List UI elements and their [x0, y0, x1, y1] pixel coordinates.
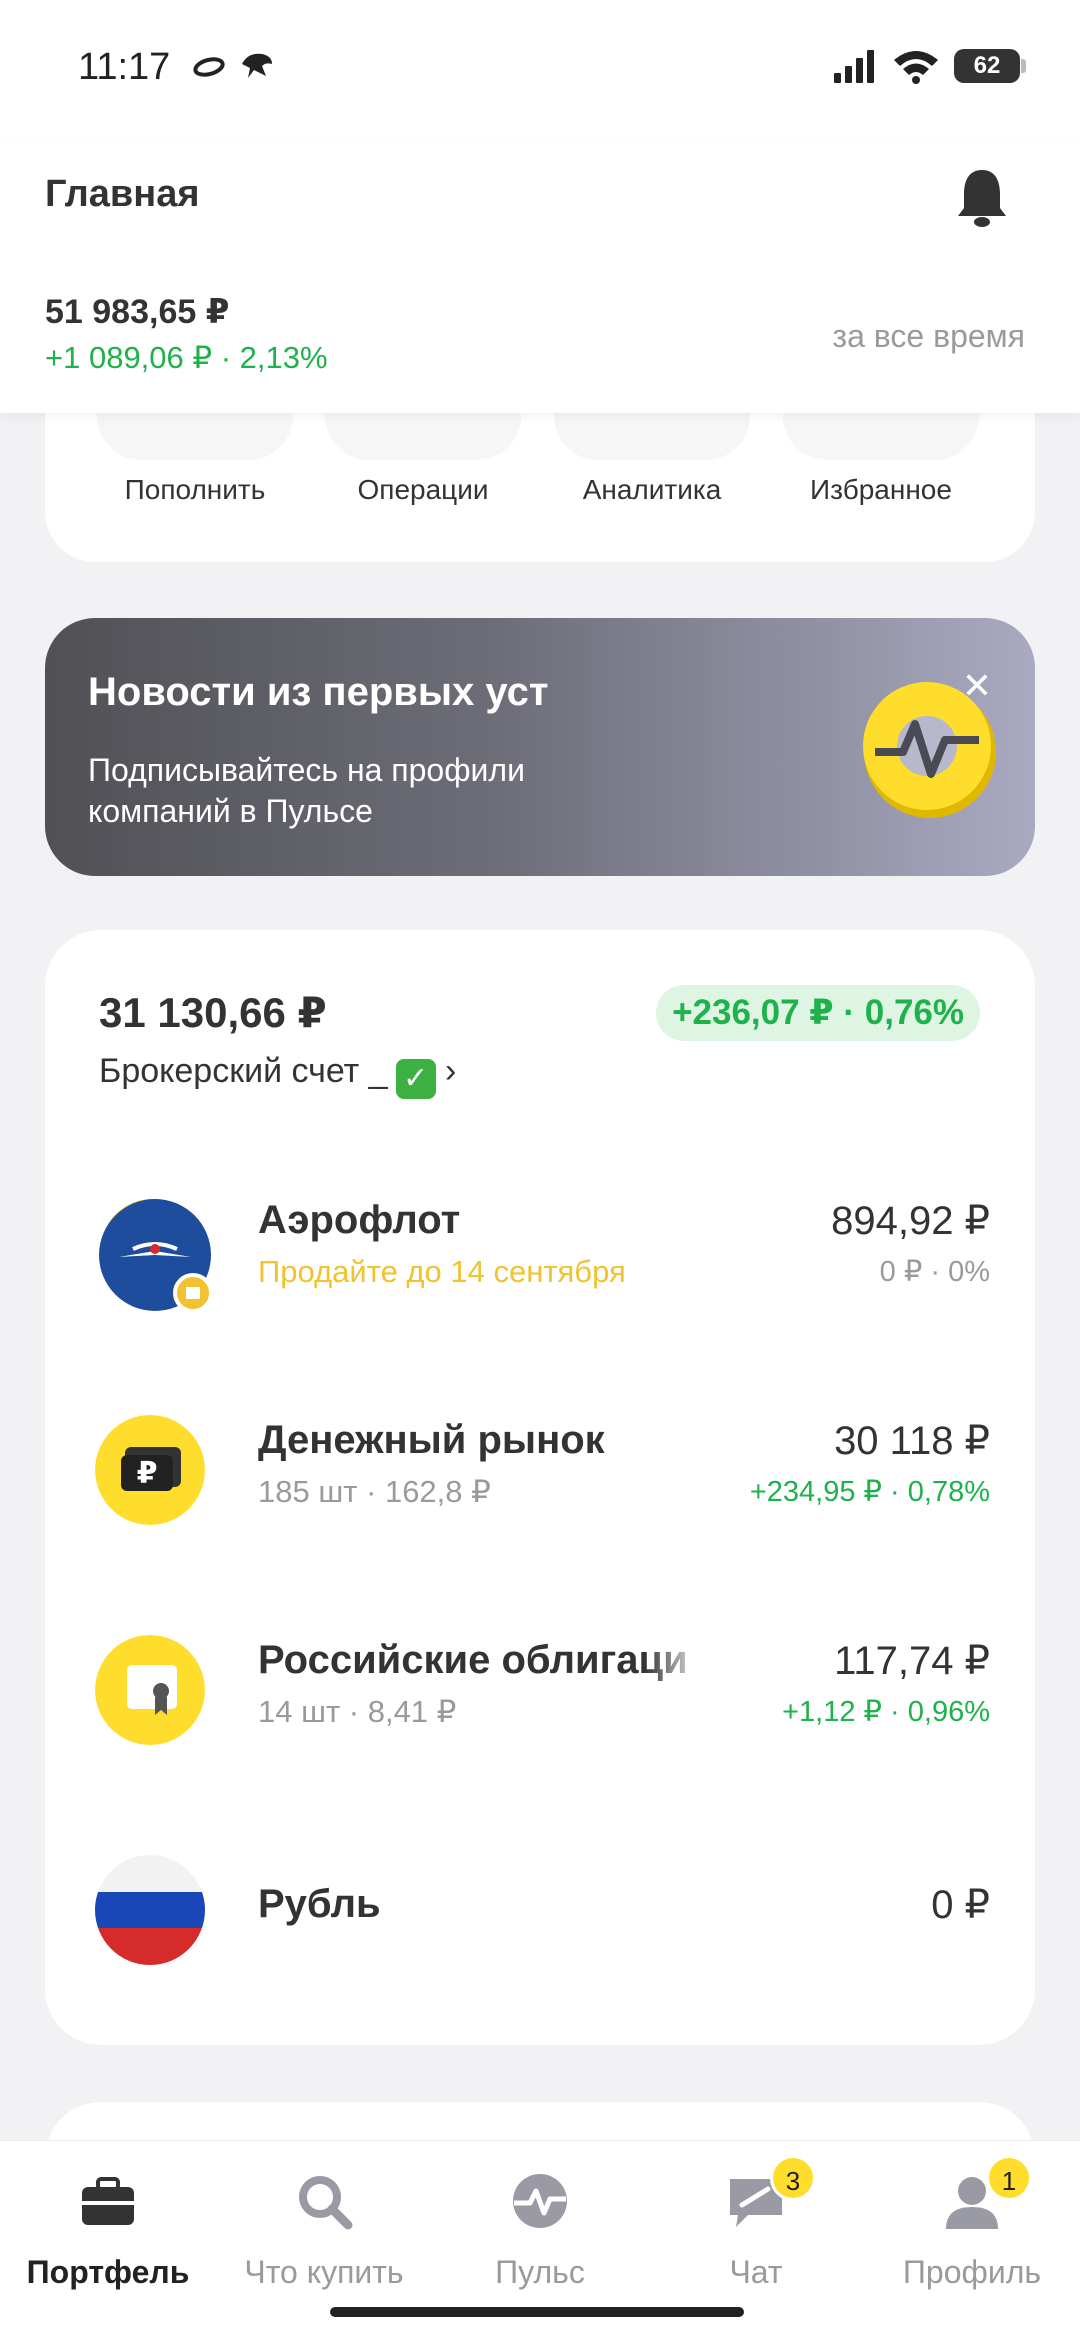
favorites-label: Избранное	[810, 474, 952, 505]
bell-icon[interactable]	[954, 166, 1010, 228]
asset-name: Рубль	[258, 1882, 381, 1926]
asset-row-aeroflot[interactable]: Аэрофлот Продайте до 14 сентября 894,92 …	[45, 1170, 1035, 1313]
signal-icon	[834, 50, 874, 83]
total-portfolio-value: 51 983,65 ₽	[45, 293, 230, 331]
ring-icon	[193, 57, 225, 77]
total-portfolio-change: +1 089,06 ₽ · 2,13%	[45, 340, 328, 375]
asset-value: 894,92 ₽	[831, 1199, 990, 1243]
asset-name: Денежный рынок	[258, 1418, 605, 1462]
asset-change: +1,12 ₽ · 0,96%	[782, 1696, 990, 1728]
asset-name: Российские облигаци	[258, 1638, 688, 1682]
tab-profile[interactable]: Профиль 1	[864, 2155, 1080, 2291]
tab-chat[interactable]: Чат 3	[648, 2155, 864, 2291]
operations-label: Операции	[357, 474, 489, 505]
chevron-right-icon: ›	[445, 1052, 457, 1090]
tab-label: Чат	[729, 2254, 783, 2290]
profile-badge: 1	[986, 2155, 1032, 2201]
account-name: Брокерский счет _	[99, 1052, 388, 1090]
aeroflot-logo-icon	[99, 1198, 213, 1313]
home-indicator[interactable]	[330, 2307, 744, 2317]
broker-account-card: 31 130,66 ₽ +236,07 ₽ · 0,76% Брокерский…	[45, 930, 1035, 2045]
status-time: 11:17	[78, 46, 171, 88]
battery-indicator: 62	[954, 49, 1026, 83]
asset-sub: 185 шт · 162,8 ₽	[258, 1474, 491, 1509]
check-icon: ✓	[395, 1059, 436, 1099]
money-market-icon: ₽	[95, 1415, 205, 1525]
tab-label: Портфель	[26, 2254, 190, 2290]
asset-change: +234,95 ₽ · 0,78%	[749, 1476, 990, 1508]
russia-flag-icon	[95, 1855, 205, 1965]
chat-badge: 3	[770, 2155, 816, 2201]
status-notification-icons	[192, 50, 276, 84]
account-total: 31 130,66 ₽	[99, 989, 327, 1036]
tab-label: Пульс	[495, 2254, 585, 2290]
text-fade	[645, 1630, 705, 1690]
asset-value: 0 ₽	[931, 1883, 990, 1927]
briefcase-icon	[82, 2177, 134, 2225]
tab-pulse[interactable]: Пульс	[432, 2171, 648, 2291]
promo-banner[interactable]: Новости из первых уст Подписывайтесь на …	[45, 618, 1035, 876]
tab-what-to-buy[interactable]: Что купить	[216, 2171, 432, 2291]
banner-title: Новости из первых уст	[88, 670, 549, 714]
bonds-icon	[95, 1635, 205, 1745]
page-title: Главная	[45, 173, 200, 215]
account-change-badge: +236,07 ₽ · 0,76%	[656, 985, 980, 1041]
status-bar: 11:17 62	[0, 0, 1080, 140]
period-selector[interactable]: за все время	[832, 318, 1025, 355]
asset-row-ruble[interactable]: Рубль 0 ₽	[45, 1830, 1035, 1970]
top-up-label: Пополнить	[124, 474, 266, 505]
asset-row-money-market[interactable]: ₽ Денежный рынок 185 шт · 162,8 ₽ 30 118…	[45, 1390, 1035, 1530]
pulse-icon	[513, 2174, 567, 2228]
header: Главная 51 983,65 ₽ +1 089,06 ₽ · 2,13% …	[0, 140, 1080, 413]
asset-change: 0 ₽ · 0%	[879, 1256, 990, 1288]
account-name-link[interactable]: Брокерский счет _ ✓ ›	[99, 1052, 456, 1099]
analytics-label: Аналитика	[582, 474, 722, 505]
asset-row-russian-bonds[interactable]: Российские облигаци 14 шт · 8,41 ₽ 117,7…	[45, 1610, 1035, 1750]
tab-label: Профиль	[902, 2254, 1042, 2290]
tab-label: Что купить	[244, 2254, 404, 2290]
tab-portfolio[interactable]: Портфель	[0, 2171, 216, 2291]
asset-name: Аэрофлот	[258, 1198, 461, 1242]
status-system-icons: 62	[834, 48, 1026, 84]
asset-sub: Продайте до 14 сентября	[258, 1254, 626, 1289]
asset-sub: 14 шт · 8,41 ₽	[258, 1694, 457, 1729]
svg-text:₽: ₽	[137, 1456, 158, 1491]
bird-icon	[242, 53, 272, 78]
search-icon	[299, 2176, 353, 2230]
wifi-icon	[894, 51, 938, 84]
close-icon[interactable]: ✕	[957, 666, 997, 706]
asset-value: 117,74 ₽	[834, 1639, 990, 1683]
asset-value: 30 118 ₽	[834, 1419, 990, 1463]
banner-text: Подписывайтесь на профили компаний в Пул…	[88, 752, 525, 829]
